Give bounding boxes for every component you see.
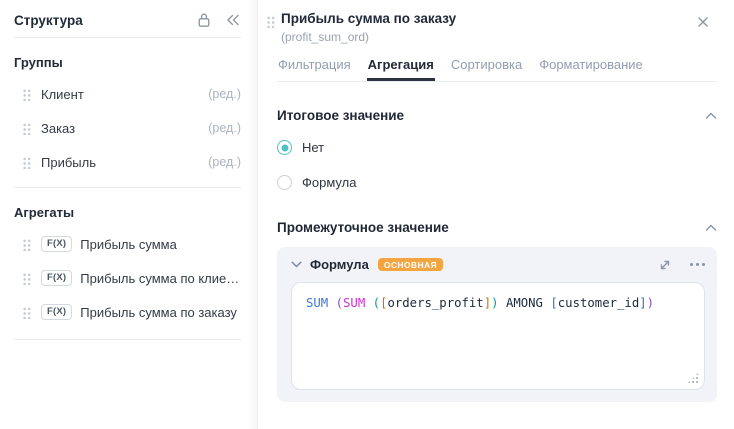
sidebar-header: Структура — [0, 0, 257, 28]
aggregate-item-label: Прибыль сумма — [80, 236, 177, 252]
formula-label: Формула — [310, 257, 369, 272]
chevron-up-icon[interactable] — [705, 112, 717, 120]
tab-formatting[interactable]: Форматирование — [538, 57, 644, 81]
collapse-sidebar-icon[interactable] — [226, 14, 240, 26]
edit-link[interactable]: (ред.) — [208, 121, 241, 135]
aggregates-list: F(X) Прибыль сумма F(X) Прибыль сумма по… — [0, 227, 257, 329]
formula-code[interactable]: SUM (SUM ([orders_profit]) AMONG [custom… — [306, 296, 690, 310]
intermediate-value-title: Промежуточное значение — [277, 220, 449, 235]
structure-sidebar: Структура Группы Клиент (ред.) Заказ (ре… — [0, 0, 258, 429]
radio-label: Нет — [302, 140, 325, 155]
divider — [14, 187, 241, 188]
group-item-order[interactable]: Заказ (ред.) — [0, 111, 257, 145]
drag-handle-icon[interactable] — [266, 15, 275, 28]
drag-handle-icon[interactable] — [22, 155, 31, 169]
group-item-label: Прибыль — [41, 154, 96, 170]
formula-card: Формула ОСНОВНАЯ SUM (SUM ([orders_profi… — [277, 247, 717, 402]
total-value-section-header: Итоговое значение — [277, 108, 717, 123]
edit-link[interactable]: (ред.) — [208, 87, 241, 101]
radio-unselected-icon[interactable] — [277, 175, 292, 190]
aggregate-item-profit-sum[interactable]: F(X) Прибыль сумма — [0, 227, 257, 261]
field-settings-window: Структура Группы Клиент (ред.) Заказ (ре… — [0, 0, 734, 429]
chevron-down-icon[interactable] — [291, 261, 302, 268]
drag-handle-icon[interactable] — [22, 121, 31, 135]
field-settings-panel: Прибыль сумма по заказу (profit_sum_ord)… — [258, 0, 734, 429]
aggregates-heading: Агрегаты — [14, 205, 75, 220]
radio-option-none[interactable]: Нет — [277, 140, 717, 155]
divider — [14, 339, 241, 340]
formula-card-header: Формула ОСНОВНАЯ — [291, 257, 705, 272]
radio-selected-icon[interactable] — [277, 140, 292, 155]
tab-content: Итоговое значение Нет Формула Промежуточ… — [258, 82, 734, 402]
intermediate-value-section-header: Промежуточное значение — [277, 220, 717, 235]
tab-sorting[interactable]: Сортировка — [450, 57, 523, 81]
drag-handle-icon[interactable] — [22, 237, 31, 251]
panel-title: Прибыль сумма по заказу — [281, 11, 457, 26]
tab-bar: Фильтрация Агрегация Сортировка Форматир… — [277, 57, 717, 82]
divider — [14, 37, 241, 38]
expand-icon[interactable] — [658, 258, 672, 272]
group-item-profit[interactable]: Прибыль (ред.) — [0, 145, 257, 179]
drag-handle-icon[interactable] — [22, 305, 31, 319]
tab-filtering[interactable]: Фильтрация — [277, 57, 352, 81]
group-item-label: Заказ — [41, 120, 76, 136]
group-item-client[interactable]: Клиент (ред.) — [0, 77, 257, 111]
total-value-title: Итоговое значение — [277, 108, 405, 123]
formula-badge: F(X) — [41, 269, 73, 287]
lock-icon[interactable] — [197, 12, 211, 28]
groups-list: Клиент (ред.) Заказ (ред.) Прибыль (ред.… — [0, 77, 257, 179]
radio-label: Формула — [302, 175, 357, 190]
formula-editor[interactable]: SUM (SUM ([orders_profit]) AMONG [custom… — [291, 282, 705, 390]
aggregate-item-label: Прибыль сумма по клие… — [80, 270, 240, 286]
edit-link[interactable]: (ред.) — [208, 155, 241, 169]
panel-subtitle: (profit_sum_ord) — [281, 30, 370, 44]
close-icon[interactable] — [692, 11, 714, 33]
formula-badge: F(X) — [41, 235, 73, 253]
aggregate-item-profit-sum-order[interactable]: F(X) Прибыль сумма по заказу — [0, 295, 257, 329]
drag-handle-icon[interactable] — [22, 271, 31, 285]
resize-grip-icon[interactable] — [687, 372, 699, 384]
group-item-label: Клиент — [41, 86, 84, 102]
groups-heading: Группы — [14, 55, 63, 70]
chevron-up-icon[interactable] — [705, 224, 717, 232]
aggregate-item-profit-sum-client[interactable]: F(X) Прибыль сумма по клие… — [0, 261, 257, 295]
more-menu-icon[interactable] — [690, 263, 705, 266]
sidebar-title: Структура — [14, 12, 83, 28]
aggregate-item-label: Прибыль сумма по заказу — [80, 304, 237, 320]
drag-handle-icon[interactable] — [22, 87, 31, 101]
formula-badge: F(X) — [41, 303, 73, 321]
panel-header: Прибыль сумма по заказу (profit_sum_ord) — [258, 0, 734, 44]
tab-aggregation[interactable]: Агрегация — [367, 57, 435, 81]
main-badge: ОСНОВНАЯ — [377, 258, 444, 271]
radio-option-formula[interactable]: Формула — [277, 175, 717, 190]
